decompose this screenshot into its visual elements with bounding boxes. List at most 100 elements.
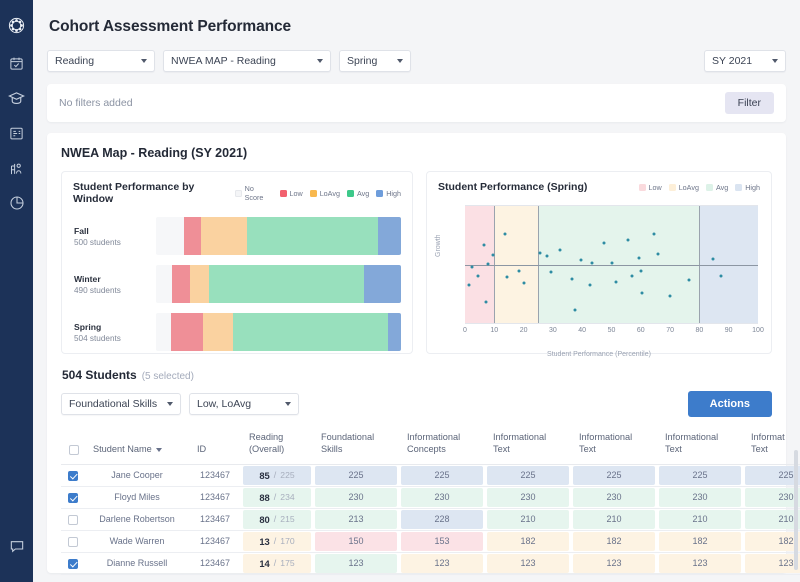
bar-segment [156,313,171,351]
column-header-line: Text [751,444,768,455]
bar-category: Fall [74,225,89,236]
scatter-point [711,257,715,261]
pie-chart-icon[interactable] [6,192,28,214]
term-select[interactable]: Spring [339,50,411,72]
column-header-line: Student Name [93,444,152,455]
table-controls: Foundational Skills Low, LoAvg Actions [61,391,772,417]
gradebook-icon[interactable] [6,122,28,144]
bar-label: Fall 500 students [74,226,156,247]
scatter-point [467,283,471,287]
scatter-point [579,258,583,262]
assessment-select[interactable]: NWEA MAP - Reading [163,50,331,72]
score-chip: 123 [401,553,483,573]
school-year-select[interactable]: SY 2021 [704,50,786,72]
app-root: Cohort Assessment Performance Reading NW… [0,0,800,582]
column-header: Informational Text [571,427,657,465]
column-header-line: Reading [249,432,284,442]
column-header: Informational Text [657,427,743,465]
chevron-down-icon [397,59,403,63]
scatter-point [590,261,594,265]
row-checkbox[interactable] [68,514,78,525]
level-select[interactable]: Low, LoAvg [189,393,299,415]
legend-item: Low [279,189,303,198]
bar-segment [171,265,191,303]
x-axis-label: Student Performance (Percentile) [547,351,651,358]
column-header-line: Foundational [321,432,375,442]
legend-item: High [376,189,401,198]
actions-button[interactable]: Actions [687,391,772,417]
score-chip: 225 [401,465,483,485]
score-chip: 182 [745,531,800,551]
row-checkbox[interactable] [68,470,78,481]
scatter-point [491,253,495,257]
x-tick-label: 90 [724,327,733,334]
column-header-line: Informational [579,432,633,442]
row-checkbox[interactable] [68,536,78,547]
table-row[interactable]: Wade Warren 123467 13/170 150 153 182 182 182 18… [61,530,800,553]
legend-swatch [235,189,242,197]
student-id-cell: 123467 [189,552,241,575]
chart-legend: Low LoAvg Avg High [638,183,760,192]
filter-button[interactable]: Filter [724,92,774,114]
score-separator: / [273,536,277,547]
table-row[interactable]: Darlene Robertson 123467 80/215 213 228 210 21… [61,508,800,531]
scatter-point [570,277,574,281]
column-header-line: Informational [665,432,719,442]
skill-select-value: Foundational Skills [69,398,157,410]
table-row[interactable]: Floyd Miles 123467 88/234 230 230 230 230 230 23… [61,486,800,509]
score-cell: 230 [657,486,743,509]
scatter-point [503,232,507,236]
legend-swatch [279,189,287,197]
filter-bar: No filters added Filter [47,84,786,122]
score-cell: 210 [571,508,657,531]
row-checkbox[interactable] [68,492,78,503]
score-total: 175 [280,558,295,569]
chat-icon[interactable] [6,535,28,557]
assessment-card: NWEA Map - Reading (SY 2021) Student Per… [47,133,800,575]
table-row[interactable]: Jane Cooper 123467 85/225 225 225 225 225 225 22… [61,464,800,487]
y-axis-label: Growth [435,234,442,257]
skill-select[interactable]: Foundational Skills [61,393,181,415]
sort-caret-icon[interactable] [155,447,162,452]
scatter-point [558,248,562,252]
select-all-checkbox[interactable] [69,444,79,455]
scatter-point [545,254,549,258]
scatter-plot: 151050-5-10-15 [465,205,758,324]
subject-select[interactable]: Reading [47,50,155,72]
roster-icon[interactable] [6,157,28,179]
column-header-line: Text [579,444,596,455]
student-name-cell[interactable]: Dianne Russell [85,552,189,575]
bar-segment [190,265,209,303]
bar-segment [387,313,401,351]
column-header: Reading (Overall) [241,427,313,465]
assessment-select-value: NWEA MAP - Reading [171,55,276,67]
score-chip: 225 [573,465,655,485]
student-performance-scatter-chart: Student Performance (Spring) Low LoAvg Avg… [426,171,772,358]
charts-row: Student Performance by Window No Score Lo… [61,171,772,358]
student-name-cell[interactable]: Floyd Miles [85,486,189,509]
table-row[interactable]: Dianne Russell 123467 14/175 123 123 123 123 12… [61,552,800,575]
logo-icon[interactable] [6,14,28,36]
vertical-scrollbar[interactable] [794,450,798,570]
column-header-line: Informational [493,432,547,442]
row-select-cell [61,508,85,531]
card-title: NWEA Map - Reading (SY 2021) [61,146,248,160]
calendar-check-icon[interactable] [6,52,28,74]
bar-sublabel: 490 students [74,285,121,295]
score-chip: 182 [573,531,655,551]
chevron-down-icon [285,402,291,406]
bar-sublabel: 500 students [74,237,121,247]
score-cell: 230 [485,486,571,509]
legend-item: Low [638,183,662,192]
student-name-cell[interactable]: Darlene Robertson [85,508,189,531]
column-header: Informational Text [485,427,571,465]
subject-select-value: Reading [55,55,95,67]
student-name-cell[interactable]: Jane Cooper [85,464,189,487]
score-chip: 225 [315,465,397,485]
row-checkbox[interactable] [68,558,78,569]
table-body: Jane Cooper 123467 85/225 225 225 225 225 225 22… [61,464,800,575]
score-cell: 182 [571,530,657,553]
student-name-cell[interactable]: Wade Warren [85,530,189,553]
column-header[interactable]: Student Name [85,427,189,465]
graduation-cap-icon[interactable] [6,87,28,109]
